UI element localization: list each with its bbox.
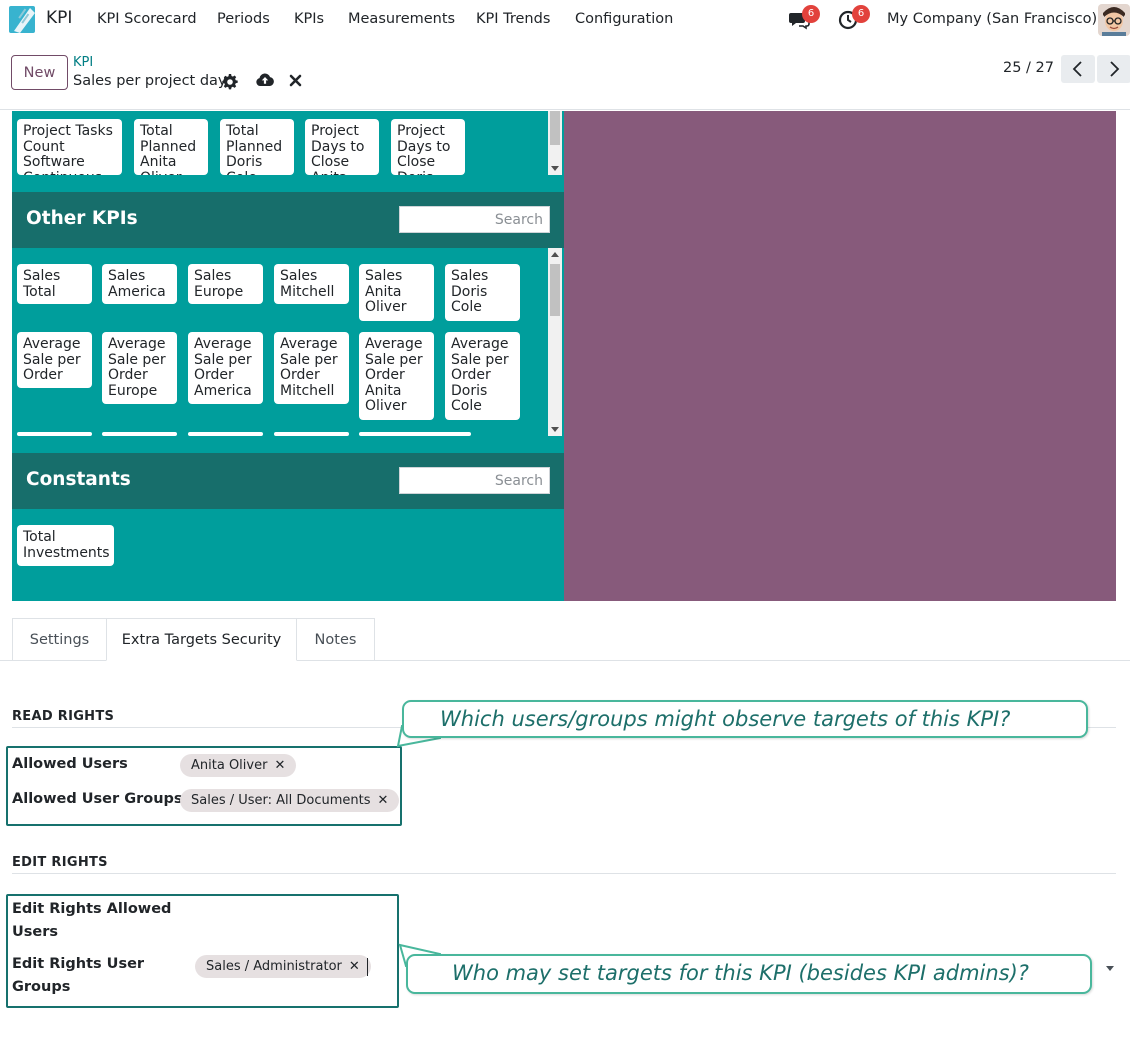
messages-count-badge: 6 xyxy=(802,5,820,23)
remove-tag-icon[interactable]: ✕ xyxy=(378,789,389,812)
scroll-down-icon[interactable] xyxy=(551,166,559,171)
group-tag: Sales / Administrator ✕ xyxy=(195,955,371,978)
pager-previous-button[interactable] xyxy=(1061,55,1095,83)
kpi-chip[interactable] xyxy=(359,432,471,436)
pager-next-button[interactable] xyxy=(1097,55,1130,83)
kpi-chip[interactable]: Average Sale per Order xyxy=(17,332,92,388)
dropdown-caret-icon[interactable] xyxy=(1106,966,1114,971)
activities-count-badge: 6 xyxy=(852,5,870,23)
kpi-chip[interactable]: Average Sale per Order Mitchell xyxy=(274,332,349,404)
kpi-chip[interactable]: Average Sale per Order Doris Cole xyxy=(445,332,520,420)
edit-rights-callout: Who may set targets for this KPI (beside… xyxy=(406,954,1092,994)
activities-button[interactable]: 6 xyxy=(838,5,870,32)
other-kpis-title: Other KPIs xyxy=(26,208,138,229)
kpi-chip[interactable] xyxy=(102,432,177,436)
kpi-chip[interactable]: Average Sale per Order America xyxy=(188,332,263,404)
discard-icon[interactable] xyxy=(289,74,302,87)
menu-measurements[interactable]: Measurements xyxy=(348,11,455,27)
other-kpis-scrollbar[interactable] xyxy=(548,248,562,436)
variable-chip[interactable]: Project Days to Close Anita xyxy=(305,119,379,175)
allowed-users-label: Allowed Users xyxy=(12,756,128,772)
read-rights-title: READ RIGHTS xyxy=(12,709,115,724)
constant-chip[interactable]: Total Investments xyxy=(17,525,114,566)
company-switcher[interactable]: My Company (San Francisco) xyxy=(887,11,1097,27)
constants-search-input[interactable] xyxy=(399,467,550,494)
kpi-chip[interactable] xyxy=(188,432,263,436)
constants-title: Constants xyxy=(26,469,131,490)
text-cursor[interactable] xyxy=(367,958,368,976)
menu-kpis[interactable]: KPIs xyxy=(294,11,324,27)
formula-variables-panel: Project Tasks Count Software Continuous … xyxy=(12,111,564,601)
cloud-upload-icon[interactable] xyxy=(255,72,275,88)
gear-icon[interactable] xyxy=(222,74,238,90)
kpi-chip[interactable]: Average Sale per Order Anita Oliver xyxy=(359,332,434,420)
measurements-scrollbar[interactable] xyxy=(548,111,562,175)
menu-kpi-scorecard[interactable]: KPI Scorecard xyxy=(97,11,197,27)
tab-notes[interactable]: Notes xyxy=(296,618,375,661)
kpi-chip[interactable]: Sales Europe xyxy=(188,264,263,304)
top-navbar: KPI KPI Scorecard Periods KPIs Measureme… xyxy=(0,0,1130,40)
kpi-chip[interactable]: Sales Mitchell xyxy=(274,264,349,304)
record-title: Sales per project day xyxy=(73,73,227,89)
edit-rights-rule xyxy=(12,873,1116,874)
menu-configuration[interactable]: Configuration xyxy=(575,11,673,27)
remove-tag-icon[interactable]: ✕ xyxy=(274,754,285,777)
kpi-chip[interactable] xyxy=(274,432,349,436)
allowed-user-groups-label: Allowed User Groups xyxy=(12,791,183,807)
messages-button[interactable]: 6 xyxy=(788,5,820,32)
breadcrumb-kpi[interactable]: KPI xyxy=(73,55,93,70)
group-tag: Sales / User: All Documents ✕ xyxy=(180,789,400,812)
variable-chip[interactable]: Project Days to Close Doris xyxy=(391,119,465,175)
constants-header: Constants xyxy=(12,453,564,509)
read-rights-callout: Which users/groups might observe targets… xyxy=(402,700,1088,738)
user-tag: Anita Oliver ✕ xyxy=(180,754,297,777)
variable-chip[interactable]: Project Tasks Count Software Continuous xyxy=(17,119,122,175)
control-panel-divider xyxy=(0,109,1130,110)
chevron-right-icon xyxy=(1110,61,1120,77)
app-name[interactable]: KPI xyxy=(46,8,72,28)
kpi-chip[interactable]: Sales Anita Oliver xyxy=(359,264,434,321)
kpi-app-icon[interactable] xyxy=(8,4,38,35)
kpi-chip[interactable]: Sales Doris Cole xyxy=(445,264,520,321)
formula-preview-panel xyxy=(564,111,1116,601)
scroll-down-icon[interactable] xyxy=(551,427,559,432)
kpi-chip[interactable]: Sales Total xyxy=(17,264,92,304)
chevron-left-icon xyxy=(1072,61,1082,77)
remove-tag-icon[interactable]: ✕ xyxy=(349,955,360,978)
other-kpis-search-input[interactable] xyxy=(399,206,550,233)
tab-extra-targets-security[interactable]: Extra Targets Security xyxy=(106,618,297,661)
kpi-chip[interactable] xyxy=(17,432,92,436)
user-avatar[interactable] xyxy=(1098,4,1130,36)
pager-value[interactable]: 25 / 27 xyxy=(1003,60,1054,76)
edit-rights-allowed-users-label: Edit Rights Allowed Users xyxy=(12,901,172,940)
menu-periods[interactable]: Periods xyxy=(217,11,270,27)
edit-rights-title: EDIT RIGHTS xyxy=(12,855,108,870)
variable-chip[interactable]: Total Planned Doris Cole xyxy=(220,119,294,175)
menu-kpi-trends[interactable]: KPI Trends xyxy=(476,11,550,27)
kpi-chip[interactable]: Average Sale per Order Europe xyxy=(102,332,177,404)
new-button[interactable]: New xyxy=(11,55,68,90)
other-kpis-header: Other KPIs xyxy=(12,192,564,248)
scroll-up-icon[interactable] xyxy=(551,252,559,257)
variable-chip[interactable]: Total Planned Anita Oliver xyxy=(134,119,208,175)
kpi-chip[interactable]: Sales America xyxy=(102,264,177,304)
tab-settings[interactable]: Settings xyxy=(12,618,107,661)
edit-rights-user-groups-label: Edit Rights User Groups xyxy=(12,956,145,995)
